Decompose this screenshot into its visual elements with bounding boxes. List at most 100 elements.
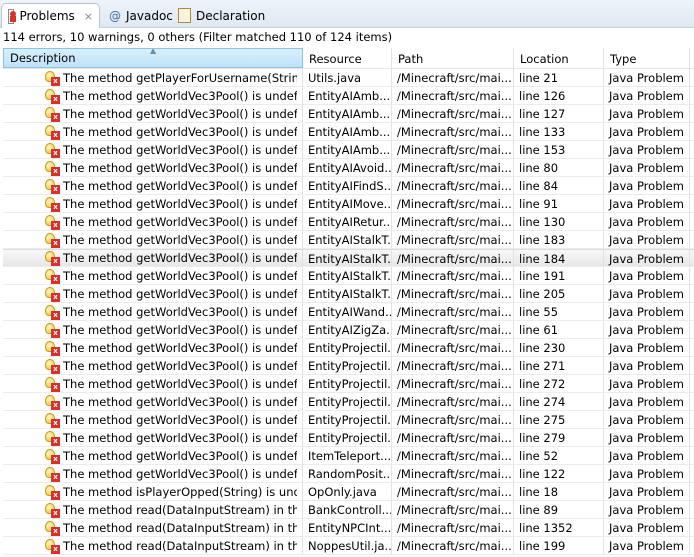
path-cell: /Minecraft/src/mai... xyxy=(392,213,514,230)
table-row[interactable]: x The method getWorldVec3Pool() is undefi… xyxy=(3,357,694,375)
description-text: The method getWorldVec3Pool() is undefin… xyxy=(63,394,297,409)
type-cell: Java Problem xyxy=(604,411,690,428)
description-cell: x The method getWorldVec3Pool() is undefi… xyxy=(3,213,303,230)
location-cell: line 89 xyxy=(514,501,604,518)
description-text: The method getWorldVec3Pool() is undefin… xyxy=(63,251,297,265)
description-text: The method isPlayerOpped(String) is unde… xyxy=(63,484,297,499)
location-cell: line 126 xyxy=(514,87,604,104)
table-row[interactable]: x The method getWorldVec3Pool() is undefi… xyxy=(3,393,694,411)
table-row[interactable]: x The method getWorldVec3Pool() is undefi… xyxy=(3,123,694,141)
table-header: ▲ Description Resource Path Location Type xyxy=(3,48,694,69)
resource-cell: OpOnly.java xyxy=(303,483,392,500)
type-cell: Java Problem xyxy=(604,393,690,410)
error-quickfix-icon: x xyxy=(44,106,60,122)
table-row[interactable]: x The method getWorldVec3Pool() is undefi… xyxy=(3,105,694,123)
description-cell: x The method getWorldVec3Pool() is undefi… xyxy=(3,159,303,176)
tab-problems[interactable]: Problems ⨯ xyxy=(1,3,100,28)
type-cell: Java Problem xyxy=(604,357,690,374)
location-cell: line 84 xyxy=(514,177,604,194)
table-row[interactable]: x The method getWorldVec3Pool() is undefi… xyxy=(3,177,694,195)
table-row[interactable]: x The method getWorldVec3Pool() is undefi… xyxy=(3,195,694,213)
description-cell: x The method getWorldVec3Pool() is undefi… xyxy=(3,375,303,392)
description-cell: x The method getWorldVec3Pool() is undefi… xyxy=(3,393,303,410)
table-row[interactable]: xThe method read(DataInputStream) in the… xyxy=(3,537,694,555)
path-cell: /Minecraft/src/mai... xyxy=(392,537,514,554)
resource-cell: EntityProjectil... xyxy=(303,429,392,446)
description-text: The method getWorldVec3Pool() is undefin… xyxy=(63,412,297,427)
description-text: The method getWorldVec3Pool() is undefin… xyxy=(63,196,297,211)
error-quickfix-icon: x xyxy=(44,358,60,374)
type-cell: Java Problem xyxy=(604,213,690,230)
error-quickfix-icon: x xyxy=(44,340,60,356)
tab-declaration[interactable]: Declaration xyxy=(172,3,271,28)
location-cell: line 275 xyxy=(514,411,604,428)
table-row[interactable]: x The method getWorldVec3Pool() is undefi… xyxy=(3,375,694,393)
type-cell: Java Problem xyxy=(604,267,690,284)
description-text: The method getWorldVec3Pool() is undefin… xyxy=(63,232,297,247)
type-cell: Java Problem xyxy=(604,87,690,104)
table-row[interactable]: x The method getWorldVec3Pool() is undefi… xyxy=(3,339,694,357)
table-row[interactable]: x The method getWorldVec3Pool() is undefi… xyxy=(3,249,694,267)
description-text: The method read(DataInputStream) in the … xyxy=(63,502,297,517)
type-cell: Java Problem xyxy=(604,465,690,482)
table-row[interactable]: x The method getWorldVec3Pool() is undefi… xyxy=(3,213,694,231)
resource-cell: EntityAIStalkT... xyxy=(303,285,392,302)
table-row[interactable]: x The method getWorldVec3Pool() is undefi… xyxy=(3,447,694,465)
path-cell: /Minecraft/src/mai... xyxy=(392,123,514,140)
table-row[interactable]: x The method getWorldVec3Pool() is undefi… xyxy=(3,321,694,339)
resource-cell: EntityAIAmb... xyxy=(303,87,392,104)
location-cell: line 122 xyxy=(514,465,604,482)
error-quickfix-icon: x xyxy=(44,124,60,140)
table-row[interactable]: x The method getWorldVec3Pool() is undefi… xyxy=(3,465,694,483)
close-icon[interactable]: ⨯ xyxy=(84,10,93,23)
description-text: The method getWorldVec3Pool() is undefin… xyxy=(63,340,297,355)
type-cell: Java Problem xyxy=(604,159,690,176)
path-cell: /Minecraft/src/mai... xyxy=(392,501,514,518)
table-row[interactable]: x The method getWorldVec3Pool() is undefi… xyxy=(3,429,694,447)
table-row[interactable]: x The method getWorldVec3Pool() is undefi… xyxy=(3,285,694,303)
column-header-path[interactable]: Path xyxy=(392,48,514,68)
table-row[interactable]: x The method isPlayerOpped(String) is und… xyxy=(3,483,694,501)
description-text: The method read(DataInputStream) in the … xyxy=(63,520,297,535)
column-header-type[interactable]: Type xyxy=(604,48,690,68)
type-cell: Java Problem xyxy=(604,429,690,446)
column-header-description[interactable]: ▲ Description xyxy=(3,48,303,68)
path-cell: /Minecraft/src/mai... xyxy=(392,321,514,338)
table-row[interactable]: x The method getWorldVec3Pool() is undefi… xyxy=(3,411,694,429)
location-cell: line 191 xyxy=(514,267,604,284)
description-text: The method getWorldVec3Pool() is undefin… xyxy=(63,178,297,193)
location-cell: line 271 xyxy=(514,357,604,374)
table-row[interactable]: x The method getWorldVec3Pool() is undefi… xyxy=(3,303,694,321)
type-cell: Java Problem xyxy=(604,123,690,140)
tab-javadoc[interactable]: @ Javadoc xyxy=(103,3,179,28)
type-cell: Java Problem xyxy=(604,501,690,518)
error-quickfix-icon: x xyxy=(44,322,60,338)
type-cell: Java Problem xyxy=(604,483,690,500)
table-row[interactable]: x The method getWorldVec3Pool() is undefi… xyxy=(3,87,694,105)
table-row[interactable]: x The method getPlayerForUsername(String)… xyxy=(3,69,694,87)
description-cell: x The method getWorldVec3Pool() is undefi… xyxy=(3,105,303,122)
table-row[interactable]: xThe method read(DataInputStream) in the… xyxy=(3,501,694,519)
table-row[interactable]: x The method getWorldVec3Pool() is undefi… xyxy=(3,231,694,249)
path-cell: /Minecraft/src/mai... xyxy=(392,267,514,284)
error-quickfix-icon: x xyxy=(44,538,60,554)
table-row[interactable]: x The method getWorldVec3Pool() is undefi… xyxy=(3,267,694,285)
description-cell: x The method getWorldVec3Pool() is undefi… xyxy=(3,321,303,338)
type-cell: Java Problem xyxy=(604,250,690,266)
path-cell: /Minecraft/src/mai... xyxy=(392,159,514,176)
table-row[interactable]: xThe method read(DataInputStream) in the… xyxy=(3,519,694,537)
resource-cell: EntityAIRetur... xyxy=(303,213,392,230)
column-header-location[interactable]: Location xyxy=(514,48,604,68)
type-cell: Java Problem xyxy=(604,537,690,554)
resource-cell: BankControll... xyxy=(303,501,392,518)
type-cell: Java Problem xyxy=(604,105,690,122)
column-header-resource[interactable]: Resource xyxy=(303,48,392,68)
location-cell: line 133 xyxy=(514,123,604,140)
location-cell: line 127 xyxy=(514,105,604,122)
table-row[interactable]: x The method getWorldVec3Pool() is undefi… xyxy=(3,159,694,177)
resource-cell: RandomPosit... xyxy=(303,465,392,482)
table-row[interactable]: x The method getWorldVec3Pool() is undefi… xyxy=(3,141,694,159)
location-cell: line 205 xyxy=(514,285,604,302)
location-cell: line 18 xyxy=(514,483,604,500)
type-cell: Java Problem xyxy=(604,285,690,302)
